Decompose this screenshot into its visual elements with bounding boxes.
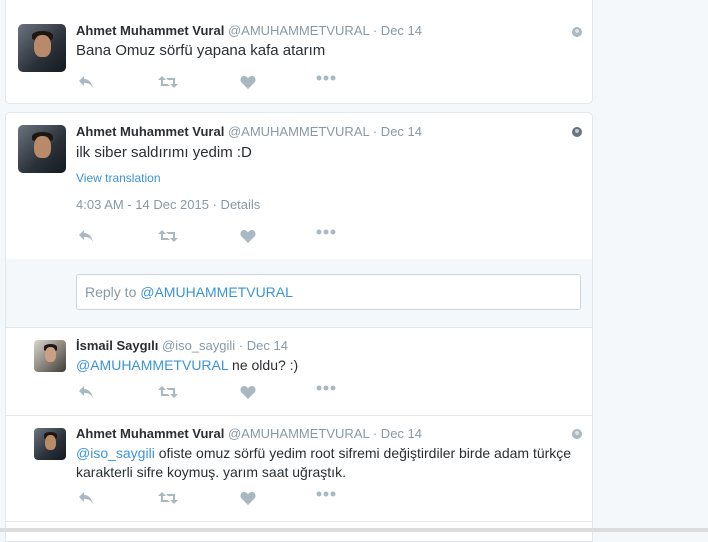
heart-icon[interactable] bbox=[238, 229, 258, 245]
tweet-timestamp[interactable]: 4:03 AM - 14 Dec 2015 bbox=[76, 197, 209, 212]
retweet-icon[interactable] bbox=[158, 75, 178, 91]
tweet-header: Ahmet Muhammet Vural @AMUHAMMETVURAL · D… bbox=[76, 23, 422, 38]
reply-text: @AMUHAMMETVURAL ne oldu? :) bbox=[76, 356, 298, 375]
reply-icon[interactable] bbox=[76, 385, 96, 401]
reply-icon[interactable] bbox=[76, 75, 96, 91]
heart-icon[interactable] bbox=[238, 75, 258, 91]
author-handle[interactable]: @AMUHAMMETVURAL bbox=[228, 426, 369, 441]
divider bbox=[6, 415, 592, 416]
more-icon[interactable] bbox=[316, 385, 336, 401]
reply-header: İsmail Saygılı @iso_saygili · Dec 14 bbox=[76, 338, 288, 353]
author-name[interactable]: Ahmet Muhammet Vural bbox=[76, 124, 224, 139]
horizontal-scrollbar[interactable] bbox=[0, 528, 708, 532]
details-link[interactable]: · Details bbox=[213, 197, 261, 212]
tweet-thread-card[interactable]: Ahmet Muhammet Vural @AMUHAMMETVURAL · D… bbox=[5, 112, 593, 542]
reply-prefix: Reply to bbox=[85, 284, 141, 300]
tweet-actions bbox=[76, 75, 376, 91]
reply-mention: @AMUHAMMETVURAL bbox=[140, 284, 293, 300]
view-translation-link[interactable]: View translation bbox=[76, 169, 161, 188]
reply-header: Ahmet Muhammet Vural @AMUHAMMETVURAL · D… bbox=[76, 426, 422, 441]
tweet-date[interactable]: · Dec 14 bbox=[373, 23, 422, 38]
retweet-icon[interactable] bbox=[158, 491, 178, 507]
tweet-date[interactable]: · Dec 14 bbox=[373, 124, 422, 139]
globe-icon bbox=[572, 127, 582, 137]
mention-link[interactable]: @AMUHAMMETVURAL bbox=[76, 357, 228, 373]
tweet-actions bbox=[76, 229, 376, 245]
globe-icon bbox=[572, 27, 582, 37]
reply-input[interactable]: Reply to @AMUHAMMETVURAL bbox=[76, 274, 581, 310]
author-name[interactable]: Ahmet Muhammet Vural bbox=[76, 426, 224, 441]
tweet-date[interactable]: · Dec 14 bbox=[239, 338, 288, 353]
reply-actions bbox=[76, 491, 376, 507]
author-handle[interactable]: @iso_saygili bbox=[162, 338, 235, 353]
avatar[interactable] bbox=[18, 125, 66, 173]
tweet-date[interactable]: · Dec 14 bbox=[373, 426, 422, 441]
tweet-card[interactable]: Ahmet Muhammet Vural @AMUHAMMETVURAL · D… bbox=[5, 0, 593, 104]
author-handle[interactable]: @AMUHAMMETVURAL bbox=[228, 23, 369, 38]
avatar[interactable] bbox=[34, 428, 66, 460]
more-icon[interactable] bbox=[316, 229, 336, 245]
reply-body: ne oldu? :) bbox=[228, 357, 299, 373]
retweet-icon[interactable] bbox=[158, 229, 178, 245]
tweet-timestamp-row: 4:03 AM - 14 Dec 2015 · Details bbox=[76, 197, 260, 212]
globe-icon bbox=[572, 429, 582, 439]
more-icon[interactable] bbox=[316, 491, 336, 507]
more-icon[interactable] bbox=[316, 75, 336, 91]
reply-icon[interactable] bbox=[76, 229, 96, 245]
mention-link[interactable]: @iso_saygili bbox=[76, 445, 155, 461]
tweet-text: ilk siber saldırımı yedim :D bbox=[76, 144, 252, 161]
divider bbox=[6, 521, 592, 522]
heart-icon[interactable] bbox=[238, 385, 258, 401]
author-name[interactable]: İsmail Saygılı bbox=[76, 338, 158, 353]
tweet-text: Bana Omuz sörfü yapana kafa atarım bbox=[76, 42, 326, 59]
divider bbox=[6, 327, 592, 328]
avatar[interactable] bbox=[18, 24, 66, 72]
avatar[interactable] bbox=[34, 340, 66, 372]
author-handle[interactable]: @AMUHAMMETVURAL bbox=[228, 124, 369, 139]
author-name[interactable]: Ahmet Muhammet Vural bbox=[76, 23, 224, 38]
heart-icon[interactable] bbox=[238, 491, 258, 507]
tweet-header: Ahmet Muhammet Vural @AMUHAMMETVURAL · D… bbox=[76, 124, 422, 139]
reply-actions bbox=[76, 385, 376, 401]
retweet-icon[interactable] bbox=[158, 385, 178, 401]
reply-text: @iso_saygili ofiste omuz sörfü yedim roo… bbox=[76, 444, 586, 482]
reply-icon[interactable] bbox=[76, 491, 96, 507]
